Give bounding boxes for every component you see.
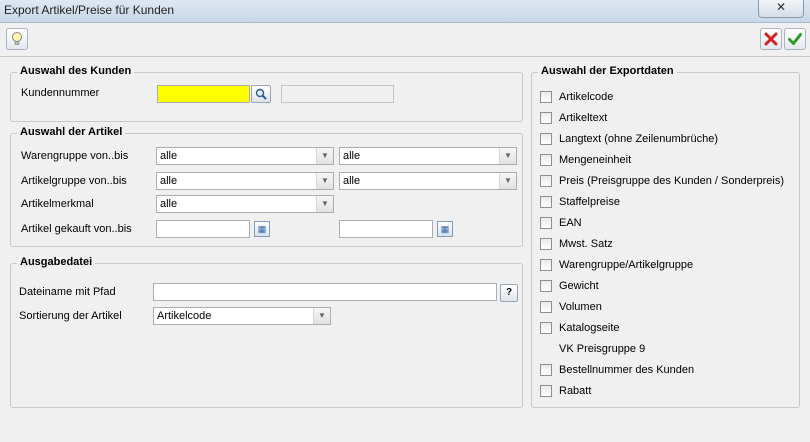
magnifier-icon (255, 88, 267, 100)
export-option-label: Katalogseite (559, 322, 620, 334)
export-option-checkbox[interactable] (540, 112, 552, 124)
export-option-label: Staffelpreise (559, 196, 620, 208)
question-icon: ? (505, 287, 513, 298)
export-option-label: Volumen (559, 301, 602, 313)
chevron-down-icon: ▼ (316, 148, 333, 164)
artikelgruppe-von-select[interactable]: alle ▼ (156, 172, 334, 190)
chevron-down-icon: ▼ (316, 196, 333, 212)
export-option-checkbox[interactable] (540, 322, 552, 334)
calendar-icon: ▦ (257, 224, 267, 234)
export-option-checkbox[interactable] (540, 133, 552, 145)
kundennummer-label: Kundennummer (21, 87, 100, 99)
export-option-checkbox[interactable] (540, 196, 552, 208)
gekauft-bis-input[interactable] (339, 220, 433, 238)
ok-button[interactable] (784, 28, 806, 50)
gekauft-von-input[interactable] (156, 220, 250, 238)
kunden-name-field (281, 85, 394, 103)
gekauft-von-calendar-button[interactable]: ▦ (254, 221, 270, 237)
warengruppe-bis-select[interactable]: alle ▼ (339, 147, 517, 165)
export-option-checkbox[interactable] (540, 301, 552, 313)
export-option-label: Mengeneinheit (559, 154, 632, 166)
dateiname-label: Dateiname mit Pfad (19, 286, 116, 298)
kundennummer-input[interactable] (157, 85, 250, 103)
gekauft-label: Artikel gekauft von..bis (21, 223, 132, 235)
chevron-down-icon: ▼ (313, 308, 330, 324)
warengruppe-von-select[interactable]: alle ▼ (156, 147, 334, 165)
export-option-checkbox[interactable] (540, 238, 552, 250)
export-option-checkbox[interactable] (540, 259, 552, 271)
artikelmerkmal-select[interactable]: alle ▼ (156, 195, 334, 213)
dateiname-input[interactable] (153, 283, 497, 301)
export-option-checkbox[interactable] (540, 385, 552, 397)
artikelgruppe-bis-select[interactable]: alle ▼ (339, 172, 517, 190)
window-close-button[interactable]: ✕ (758, 0, 804, 18)
export-option-label: Artikeltext (559, 112, 608, 124)
group-kunde: Auswahl des Kunden Kundennummer (10, 65, 523, 122)
browse-file-button[interactable]: ? (500, 284, 518, 302)
group-export-legend: Auswahl der Exportdaten (538, 65, 677, 77)
calendar-icon: ▦ (440, 224, 450, 234)
export-option-label: Langtext (ohne Zeilenumbrüche) (559, 133, 718, 145)
toolbar (0, 23, 810, 57)
artikelmerkmal-label: Artikelmerkmal (21, 198, 94, 210)
window-title: Export Artikel/Preise für Kunden (4, 3, 175, 17)
group-ausgabe: Ausgabedatei Dateiname mit Pfad ? Sortie… (10, 256, 523, 408)
title-bar: Export Artikel/Preise für Kunden ✕ (0, 0, 810, 23)
dialog-content: Auswahl des Kunden Kundennummer Auswahl … (0, 57, 810, 442)
close-icon: ✕ (775, 0, 787, 14)
export-option-checkbox[interactable] (540, 91, 552, 103)
export-option-checkbox[interactable] (540, 154, 552, 166)
export-option-label: Preis (Preisgruppe des Kunden / Sonderpr… (559, 175, 785, 187)
artikelgruppe-label: Artikelgruppe von..bis (21, 175, 127, 187)
group-artikel-legend: Auswahl der Artikel (17, 126, 126, 138)
chevron-down-icon: ▼ (499, 148, 516, 164)
help-button[interactable] (6, 28, 28, 50)
export-option-checkbox[interactable] (540, 280, 552, 292)
export-option-checkbox[interactable] (540, 217, 552, 229)
export-option-label: EAN (559, 217, 582, 229)
export-option-label: VK Preisgruppe 9 (559, 343, 646, 355)
sortierung-select[interactable]: Artikelcode ▼ (153, 307, 331, 325)
sortierung-label: Sortierung der Artikel (19, 310, 122, 322)
warengruppe-label: Warengruppe von..bis (21, 150, 129, 162)
green-check-icon (788, 33, 802, 45)
lightbulb-icon (12, 32, 22, 45)
export-option-label: Mwst. Satz (559, 238, 613, 250)
group-artikel: Auswahl der Artikel Warengruppe von..bis… (10, 126, 523, 247)
red-x-icon (764, 32, 778, 46)
chevron-down-icon: ▼ (499, 173, 516, 189)
export-option-checkbox[interactable] (540, 364, 552, 376)
export-option-label: Rabatt (559, 385, 592, 397)
export-option-checkbox[interactable] (540, 175, 552, 187)
export-option-label: Warengruppe/Artikelgruppe (559, 259, 694, 271)
kunde-search-button[interactable] (251, 85, 271, 103)
cancel-button[interactable] (760, 28, 782, 50)
export-option-label: Artikelcode (559, 91, 614, 103)
export-option-label: Gewicht (559, 280, 599, 292)
group-export: Auswahl der Exportdaten Artikelcode Artik… (531, 65, 800, 408)
export-option-label: Bestellnummer des Kunden (559, 364, 695, 376)
gekauft-bis-calendar-button[interactable]: ▦ (437, 221, 453, 237)
group-ausgabe-legend: Ausgabedatei (17, 256, 96, 268)
chevron-down-icon: ▼ (316, 173, 333, 189)
group-kunde-legend: Auswahl des Kunden (17, 65, 135, 77)
